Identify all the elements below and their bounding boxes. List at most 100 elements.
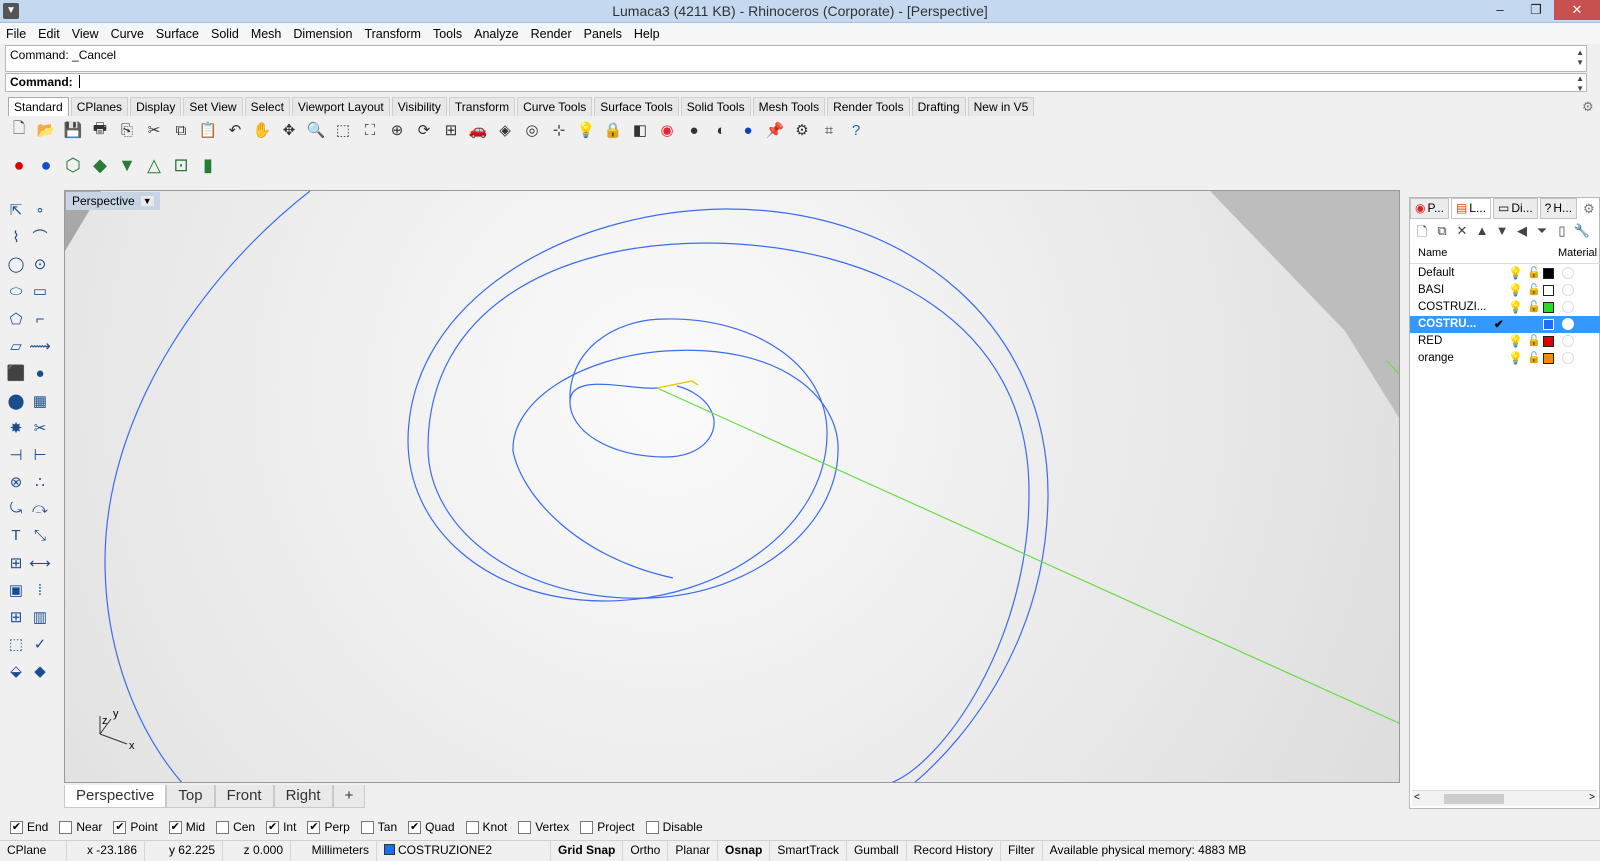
status-toggle-ortho[interactable]: Ortho xyxy=(623,840,669,861)
tab-set-view[interactable]: Set View xyxy=(183,97,243,116)
status-toggle-grid-snap[interactable]: Grid Snap xyxy=(551,840,624,861)
red-sphere-icon[interactable]: ● xyxy=(8,154,30,176)
layer-material-icon[interactable] xyxy=(1562,301,1574,313)
rotate-view-icon[interactable]: ⟳ xyxy=(413,119,435,141)
layer-name[interactable]: Default xyxy=(1418,267,1454,279)
render-preview-icon[interactable]: ◈ xyxy=(494,119,516,141)
layer-visible-icon[interactable]: 💡 xyxy=(1508,334,1523,348)
circle-tool-icon[interactable]: ◎ xyxy=(521,119,543,141)
point-icon[interactable]: ∘ xyxy=(28,198,52,222)
osnap-point-checkbox[interactable]: ✔ xyxy=(113,820,127,834)
mesh-icon[interactable]: ▦ xyxy=(28,389,52,413)
xray-icon[interactable]: ◆ xyxy=(89,154,111,176)
menu-dimension[interactable]: Dimension xyxy=(293,27,352,41)
save-icon[interactable]: 💾 xyxy=(62,119,84,141)
ellipse-icon[interactable]: ⬭ xyxy=(4,280,28,304)
layer-color-swatch[interactable] xyxy=(1543,285,1554,296)
layer-material-icon[interactable] xyxy=(1562,318,1574,330)
sphere-icon[interactable]: ● xyxy=(28,362,52,386)
panel-tab-0[interactable]: ◉ P... xyxy=(1410,198,1449,219)
snap-icon[interactable]: ⊹ xyxy=(548,119,570,141)
minimize-button[interactable]: – xyxy=(1486,0,1514,20)
menu-render[interactable]: Render xyxy=(531,27,572,41)
osnap-project-checkbox[interactable] xyxy=(580,820,594,834)
osnap-quad[interactable]: ✔ Quad xyxy=(408,820,455,834)
layer-row[interactable]: Default 💡 🔓 xyxy=(1410,265,1600,282)
layer-unlocked-icon[interactable]: 🔓 xyxy=(1527,300,1541,313)
points-icon[interactable]: ⊡ xyxy=(170,154,192,176)
osnap-cen-checkbox[interactable] xyxy=(216,820,230,834)
sweep-icon[interactable]: ⟿ xyxy=(28,334,52,358)
status-toggle-planar[interactable]: Planar xyxy=(668,840,719,861)
header-material[interactable]: Material xyxy=(1558,247,1597,259)
print-icon[interactable]: 🖶 xyxy=(89,119,111,141)
viewport-tab-right[interactable]: Right xyxy=(273,785,333,808)
menu-mesh[interactable]: Mesh xyxy=(251,27,282,41)
layer-row[interactable]: RED 💡 🔓 xyxy=(1410,333,1600,350)
scroll-right-icon[interactable]: > xyxy=(1589,792,1595,803)
sphere-grey-icon[interactable]: ● xyxy=(683,119,705,141)
status-toggle-filter[interactable]: Filter xyxy=(1001,840,1043,861)
status-toggle-gumball[interactable]: Gumball xyxy=(847,840,907,861)
status-toggle-record-history[interactable]: Record History xyxy=(907,840,1001,861)
grid-snap-icon[interactable]: ⌗ xyxy=(818,119,840,141)
cut-icon[interactable]: ✂ xyxy=(143,119,165,141)
perspective-viewport[interactable]: Perspective ▼ y z x xyxy=(64,190,1400,783)
osnap-near-checkbox[interactable] xyxy=(59,820,73,834)
layer-row[interactable]: COSTRUZI... 💡 🔓 xyxy=(1410,299,1600,316)
help-icon[interactable]: ? xyxy=(845,119,867,141)
analyze-icon[interactable]: ⬚ xyxy=(4,632,28,656)
artistic-icon[interactable]: ▮ xyxy=(197,154,219,176)
dimension-icon[interactable]: ⟷ xyxy=(28,551,52,575)
osnap-mid[interactable]: ✔ Mid xyxy=(168,820,205,834)
status-layer[interactable]: COSTRUZIONE2 xyxy=(377,840,551,861)
rectangle-icon[interactable]: ▭ xyxy=(28,279,52,303)
grid-icon[interactable]: ⊞ xyxy=(4,605,28,629)
command-input[interactable] xyxy=(79,75,81,88)
layer-unlocked-icon[interactable]: 🔓 xyxy=(1527,334,1541,347)
tab-solid-tools[interactable]: Solid Tools xyxy=(680,97,751,116)
zoom-selected-icon[interactable]: ⊕ xyxy=(386,119,408,141)
import-icon[interactable]: ⎘ xyxy=(116,119,138,141)
osnap-int-checkbox[interactable]: ✔ xyxy=(266,820,280,834)
select-icon[interactable]: ⇱ xyxy=(4,198,28,222)
layer-material-icon[interactable] xyxy=(1562,284,1574,296)
osnap-cen[interactable]: Cen xyxy=(216,820,255,834)
car-icon[interactable]: 🚗 xyxy=(467,119,489,141)
command-line-scroll[interactable]: ▲ ▼ xyxy=(1576,74,1584,94)
osnap-vertex[interactable]: Vertex xyxy=(518,820,569,834)
arc-icon[interactable]: ⊙ xyxy=(28,252,52,276)
layer-material-icon[interactable] xyxy=(1562,335,1574,347)
polyline-icon[interactable]: ⌇ xyxy=(4,225,28,249)
osnap-vertex-checkbox[interactable] xyxy=(518,820,532,834)
command-history-scroll[interactable]: ▲ ▼ xyxy=(1576,48,1584,68)
add-viewport-tab[interactable]: + xyxy=(332,785,366,808)
layer-name[interactable]: COSTRU... xyxy=(1418,318,1476,330)
layer-row[interactable]: COSTRU... ✔ xyxy=(1410,316,1600,333)
status-cplane[interactable]: CPlane xyxy=(0,840,67,861)
osnap-tan[interactable]: Tan xyxy=(360,820,397,834)
layer-name[interactable]: orange xyxy=(1418,352,1454,364)
zoom-extents-icon[interactable]: ⛶ xyxy=(359,119,381,141)
scroll-left-icon[interactable]: < xyxy=(1414,792,1420,803)
layer-unlocked-icon[interactable]: 🔓 xyxy=(1527,351,1541,364)
hatch-icon[interactable]: ▥ xyxy=(28,605,52,629)
layer-color-swatch[interactable] xyxy=(1543,353,1554,364)
surface-icon[interactable]: ▱ xyxy=(4,334,28,358)
copy-icon[interactable]: ⧉ xyxy=(170,119,192,141)
curve-icon[interactable]: ⌒ xyxy=(28,225,52,249)
osnap-knot[interactable]: Knot xyxy=(465,820,507,834)
tab-mesh-tools[interactable]: Mesh Tools xyxy=(752,97,826,116)
check-icon[interactable]: ✓ xyxy=(28,632,52,656)
layer-icon[interactable]: ◧ xyxy=(629,119,651,141)
layer-row[interactable]: orange 💡 🔓 xyxy=(1410,350,1600,367)
menu-solid[interactable]: Solid xyxy=(211,27,239,41)
status-units[interactable]: Millimeters xyxy=(291,840,377,861)
zoom-window-icon[interactable]: ⬚ xyxy=(332,119,354,141)
fillet-icon[interactable]: ⌐ xyxy=(28,307,52,331)
layer-name[interactable]: RED xyxy=(1418,335,1442,347)
box-icon[interactable]: ⬛ xyxy=(4,361,28,385)
layer-visible-icon[interactable]: 💡 xyxy=(1508,283,1523,297)
viewport-tab-top[interactable]: Top xyxy=(166,785,215,808)
tab-render-tools[interactable]: Render Tools xyxy=(827,97,910,116)
